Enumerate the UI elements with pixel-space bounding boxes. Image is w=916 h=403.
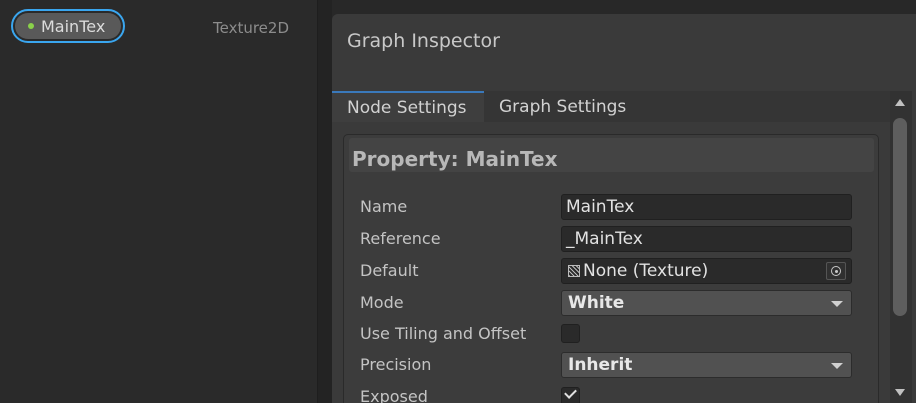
reference-row: Reference _MainTex <box>344 225 880 253</box>
precision-value: Inherit <box>568 355 633 375</box>
blackboard-panel: MainTex Texture2D <box>0 0 318 403</box>
chevron-down-icon <box>831 363 843 369</box>
property-pill-body: MainTex <box>15 13 121 39</box>
property-type: Texture2D <box>213 19 290 37</box>
inspector-tabbar: Node Settings Graph Settings <box>332 91 892 122</box>
scroll-up-arrow-icon[interactable] <box>895 99 905 106</box>
panel-gap <box>318 0 332 403</box>
chevron-down-icon <box>831 301 843 307</box>
use-tiling-checkbox[interactable] <box>561 324 580 343</box>
exposed-label: Exposed <box>360 387 428 403</box>
precision-label: Precision <box>360 355 432 374</box>
tab-graph-settings[interactable]: Graph Settings <box>484 91 641 122</box>
exposed-row: Exposed <box>344 383 880 403</box>
tab-node-settings[interactable]: Node Settings <box>332 91 484 122</box>
target-icon <box>831 266 841 276</box>
property-name: MainTex <box>41 16 106 36</box>
exposed-checkbox[interactable] <box>561 386 580 403</box>
vertical-scrollbar[interactable] <box>890 91 912 403</box>
default-texture-field[interactable]: None (Texture) <box>561 258 852 284</box>
checkmark-icon <box>564 386 577 399</box>
precision-dropdown[interactable]: Inherit <box>561 352 852 378</box>
inspector-title[interactable]: Graph Inspector <box>347 30 500 52</box>
reference-field[interactable]: _MainTex <box>561 226 852 252</box>
default-label: Default <box>360 261 419 280</box>
property-pill[interactable]: MainTex <box>11 9 125 43</box>
scroll-thumb[interactable] <box>893 118 907 316</box>
name-row: Name MainTex <box>344 193 880 221</box>
default-row: Default None (Texture) <box>344 257 880 285</box>
scroll-down-arrow-icon[interactable] <box>895 389 905 396</box>
property-section: Property: MainTex Name MainTex Reference… <box>343 134 879 403</box>
property-section-title: Property: MainTex <box>352 147 558 171</box>
name-field[interactable]: MainTex <box>561 194 852 220</box>
property-section-header[interactable]: Property: MainTex <box>349 138 874 172</box>
object-picker-button[interactable] <box>826 262 846 280</box>
precision-row: Precision Inherit <box>344 351 880 379</box>
mode-label: Mode <box>360 293 404 312</box>
mode-row: Mode White <box>344 289 880 317</box>
mode-value: White <box>568 293 625 313</box>
mode-dropdown[interactable]: White <box>561 290 852 316</box>
use-tiling-row: Use Tiling and Offset <box>344 320 880 348</box>
graph-inspector: Graph Inspector Node Settings Graph Sett… <box>332 14 916 403</box>
exposed-dot-icon <box>28 23 34 29</box>
use-tiling-label: Use Tiling and Offset <box>360 324 527 343</box>
name-label: Name <box>360 197 408 216</box>
reference-label: Reference <box>360 229 441 248</box>
texture-icon <box>568 265 580 277</box>
default-texture-value: None (Texture) <box>583 261 709 281</box>
